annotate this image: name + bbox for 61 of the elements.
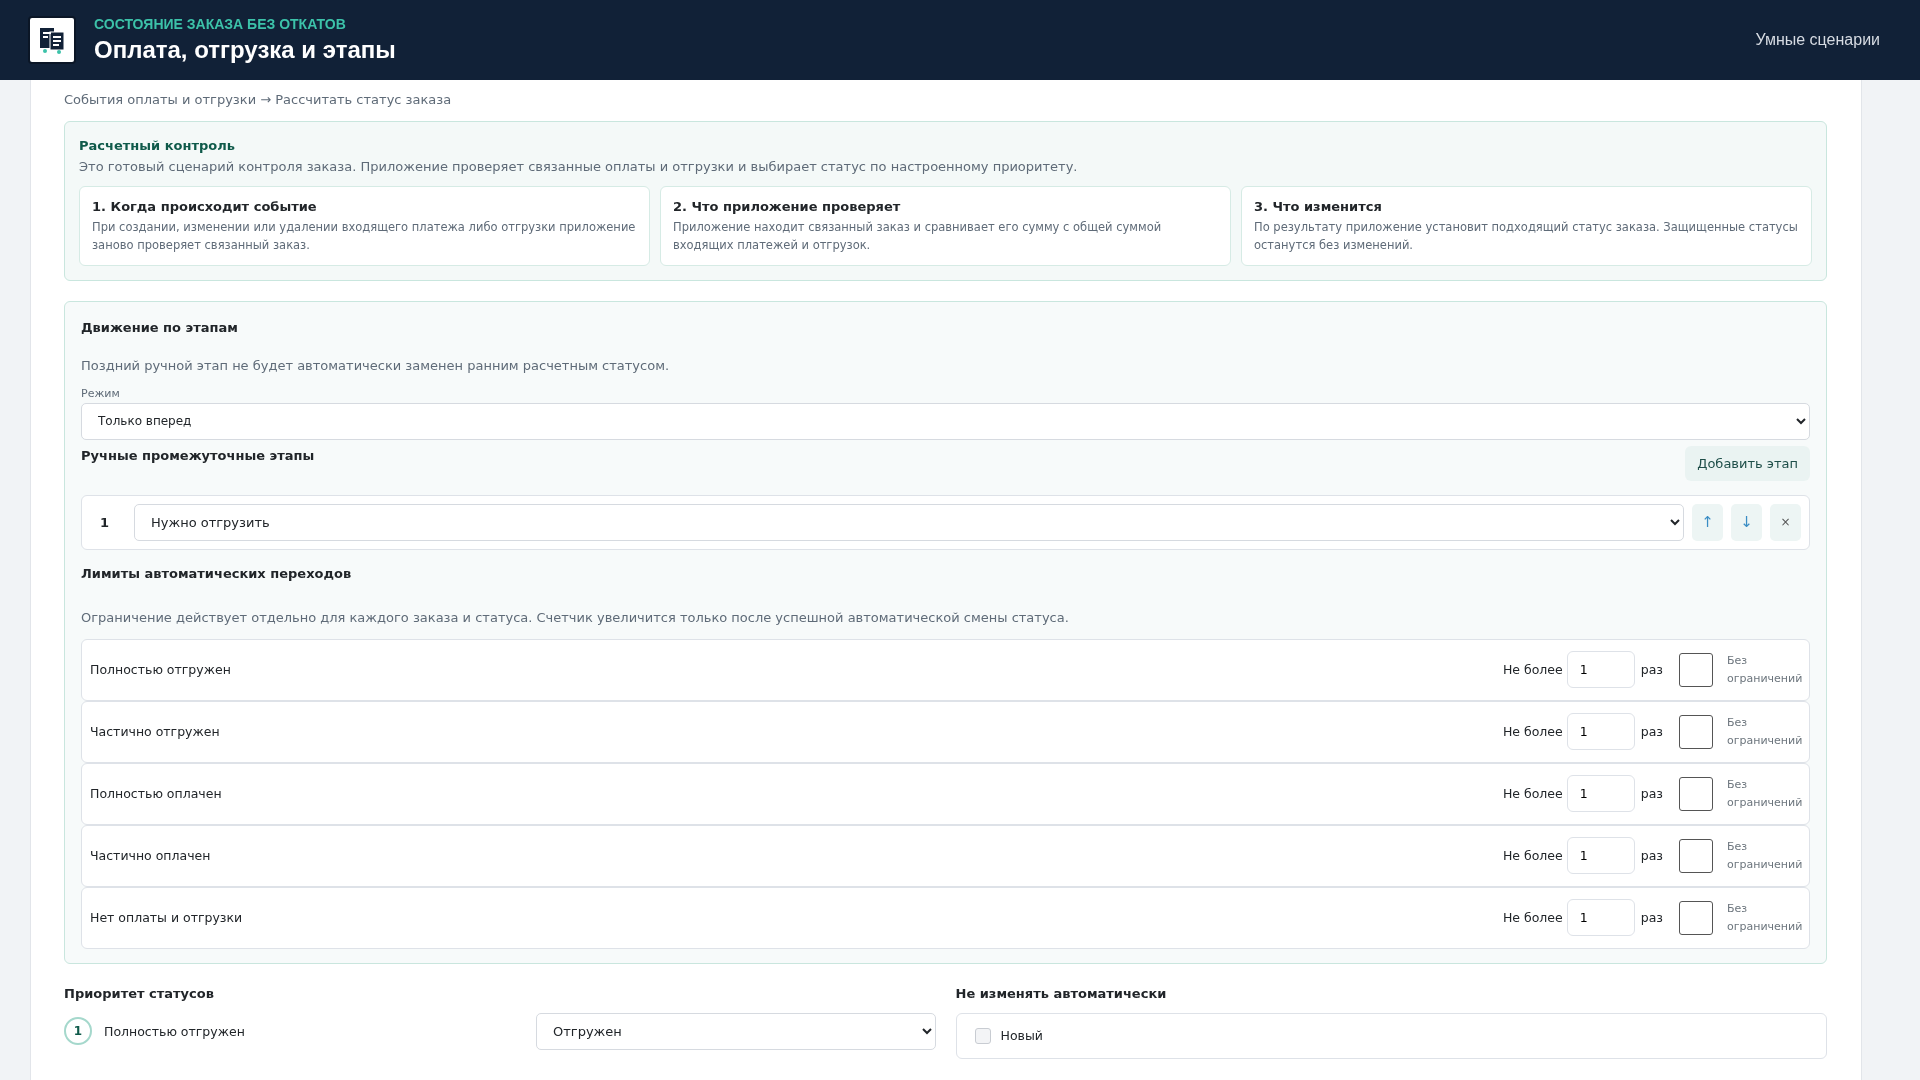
unlimited-checkbox[interactable] [1679, 714, 1713, 749]
status-select[interactable]: Отгружен [536, 1012, 936, 1050]
limit-input[interactable]: 1 [1566, 837, 1635, 875]
limit-prefix: Не более [1502, 786, 1563, 802]
add-stage-button[interactable]: Добавить этап [1685, 445, 1810, 481]
unlimited-label: Без ограничений [1727, 777, 1801, 811]
status-name: Полностью оплачен [90, 786, 223, 802]
document-icon [28, 16, 76, 64]
stage-number: 1 [100, 514, 111, 530]
limit-prefix: Не более [1502, 910, 1563, 926]
status-name: Нет оплаты и отгрузки [90, 910, 244, 926]
page-subtitle: СОСТОЯНИЕ ЗАКАЗА БЕЗ ОТКАТОВ [94, 16, 347, 32]
remove-button[interactable]: × [1770, 503, 1801, 541]
limit-suffix: раз [1640, 910, 1663, 926]
step-text: По результату приложение установит подходящий статус заказа. Защищенные статусы останутся без изменений. [1254, 219, 1799, 254]
section-title: Лимиты автоматических переходов [81, 565, 353, 581]
section-title: Ручные промежуточные этапы [81, 447, 315, 463]
step-text: При создании, изменении или удалении входящего платежа либо отгрузки приложение заново проверяет связанный заказ. [92, 219, 637, 254]
breadcrumb: События оплаты и отгрузки → Рассчитать статус заказа [64, 92, 453, 107]
limit-prefix: Не более [1502, 848, 1563, 864]
limit-suffix: раз [1640, 724, 1663, 740]
limit-prefix: Не более [1502, 724, 1563, 740]
unlimited-checkbox[interactable] [1679, 900, 1713, 935]
step-title: 2. Что приложение проверяет [673, 199, 902, 214]
status-name: Частично оплачен [90, 848, 212, 864]
limit-suffix: раз [1640, 848, 1663, 864]
section-note: Поздний ручной этап не будет автоматически заменен ранним расчетным статусом. [81, 357, 671, 373]
section-title: Движение по этапам [81, 319, 239, 335]
status-name: Частично отгружен [90, 724, 221, 740]
unlimited-checkbox[interactable] [1679, 838, 1713, 873]
nav-link[interactable]: Умные сценарии [1755, 31, 1880, 49]
section-title: Не изменять автоматически [955, 985, 1168, 1001]
limit-prefix: Не более [1502, 662, 1563, 678]
field-label: Режим [81, 386, 121, 400]
limit-suffix: раз [1640, 662, 1663, 678]
step-text: Приложение находит связанный заказ и сравнивает его сумму с общей суммой входящих платежей и отгрузок. [673, 219, 1163, 254]
unlimited-label: Без ограничений [1727, 839, 1801, 873]
priority-number: 1 [64, 1017, 92, 1046]
mode-select[interactable]: Только вперед [81, 402, 1810, 440]
status-checkbox[interactable] [974, 1027, 991, 1044]
card-title: Расчетный контроль [79, 138, 236, 153]
unlimited-label: Без ограничений [1727, 901, 1801, 935]
step-title: 1. Когда происходит событие [92, 199, 318, 214]
page-title: Оплата, отгрузка и этапы [94, 36, 397, 64]
limit-suffix: раз [1640, 786, 1663, 802]
unlimited-checkbox[interactable] [1679, 776, 1713, 811]
step-title: 3. Что изменится [1254, 199, 1383, 214]
stage-select[interactable]: Нужно отгрузить [134, 503, 1684, 541]
card-description: Это готовый сценарий контроля заказа. Приложение проверяет связанные оплаты и отгрузки и выбирает статус по настроенному приоритету. [79, 159, 1079, 174]
checkbox-label: Новый [1000, 1028, 1043, 1044]
limit-input[interactable]: 1 [1566, 651, 1635, 689]
limit-input[interactable]: 1 [1566, 899, 1635, 937]
section-title: Приоритет статусов [64, 985, 215, 1001]
unlimited-label: Без ограничений [1727, 653, 1801, 687]
status-name: Полностью отгружен [90, 662, 232, 678]
unlimited-label: Без ограничений [1727, 715, 1801, 749]
limit-input[interactable]: 1 [1566, 775, 1635, 813]
section-note: Ограничение действует отдельно для каждого заказа и статуса. Счетчик увеличится только после успешной автоматической смены статуса. [81, 609, 1070, 625]
unlimited-checkbox[interactable] [1679, 652, 1713, 687]
status-name: Полностью отгружен [104, 1023, 246, 1039]
limit-input[interactable]: 1 [1566, 713, 1635, 751]
